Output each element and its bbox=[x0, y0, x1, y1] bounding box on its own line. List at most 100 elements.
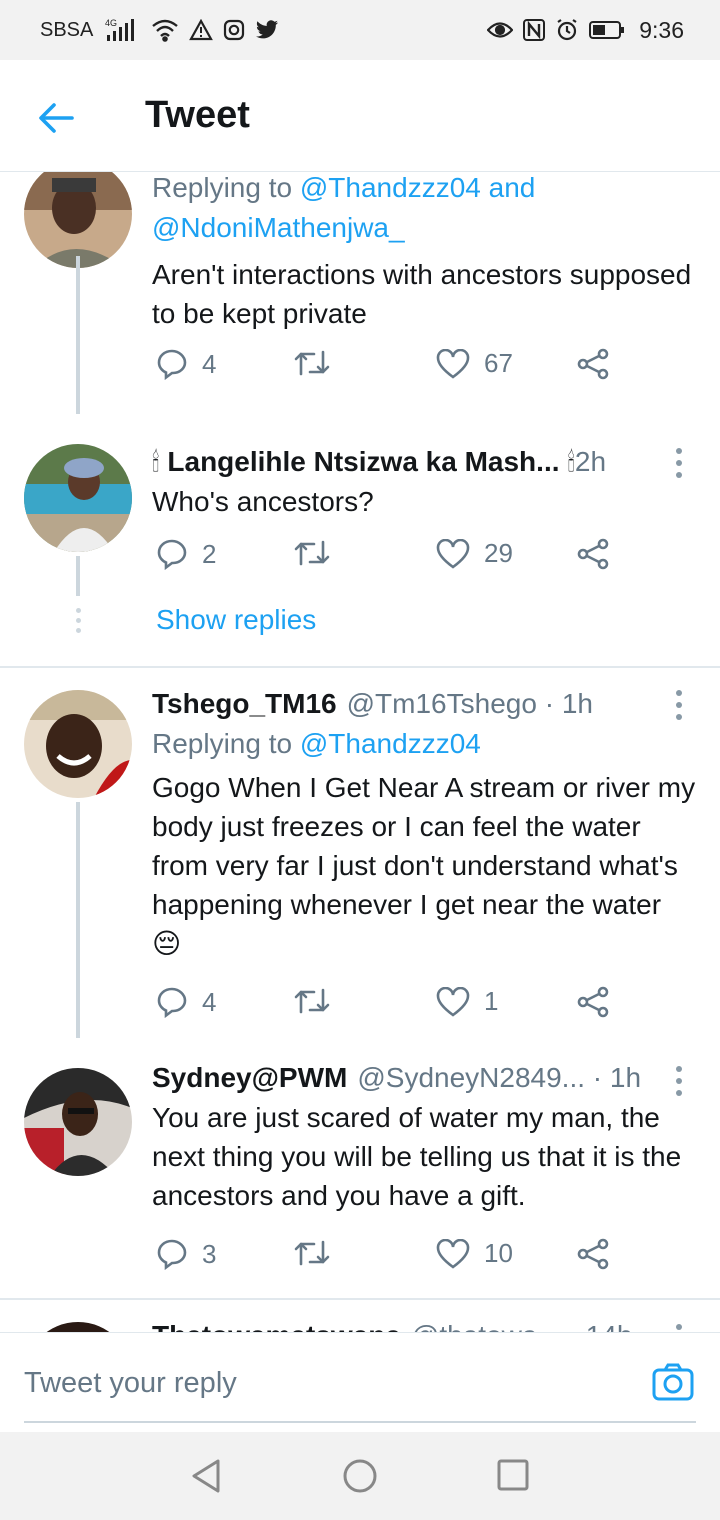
more-options-button[interactable] bbox=[674, 690, 684, 720]
more-options-button[interactable] bbox=[674, 1066, 684, 1096]
more-options-button[interactable] bbox=[674, 448, 684, 478]
timestamp: 2h bbox=[574, 446, 607, 477]
candle-emoji: 🕯 bbox=[152, 447, 160, 477]
candle-emoji: 🕯 bbox=[567, 447, 575, 477]
tweet-text: Gogo When I Get Near A stream or river m… bbox=[152, 772, 696, 959]
tweet-2[interactable]: 🕯 Langelihle Ntsizwa ka Mash... 🕯 2h Who… bbox=[0, 442, 720, 668]
divider bbox=[0, 1298, 720, 1300]
tweet-actions: 3 10 bbox=[152, 1238, 612, 1278]
signal-icon: 4G bbox=[103, 17, 141, 43]
tweet-text: Who's ancestors? bbox=[152, 486, 374, 517]
avatar[interactable] bbox=[24, 690, 132, 798]
nav-home-button[interactable] bbox=[342, 1458, 378, 1499]
twitter-bird-icon bbox=[255, 20, 279, 40]
tweet-actions: 4 1 bbox=[152, 986, 612, 1026]
mention-link[interactable]: @NdoniMathenjwa_ bbox=[152, 212, 405, 243]
camera-button[interactable] bbox=[652, 1363, 694, 1406]
replying-to: Replying to @Thandzzz04 and @NdoniMathen… bbox=[152, 172, 536, 243]
retweet-icon bbox=[294, 540, 330, 566]
camera-icon bbox=[652, 1363, 694, 1401]
reply-feed[interactable]: Replying to @Thandzzz04 and @NdoniMathen… bbox=[0, 172, 720, 1332]
carrier-label: SBSA bbox=[40, 18, 94, 41]
like-count: 10 bbox=[484, 1238, 513, 1268]
clock: 9:36 bbox=[639, 16, 684, 43]
tweet-header: Sydney@PWM @SydneyN2849... · 1h bbox=[152, 1060, 696, 1096]
tweet-4[interactable]: Sydney@PWM @SydneyN2849... · 1h You are … bbox=[0, 1062, 720, 1294]
status-bar: SBSA 4G 9:36 bbox=[0, 0, 720, 60]
username[interactable]: @thatowa... bbox=[411, 1318, 561, 1332]
reply-composer: Tweet your reply bbox=[0, 1332, 720, 1432]
share-button[interactable] bbox=[576, 348, 610, 380]
tweet-text: Aren't interactions with ancestors suppo… bbox=[152, 259, 692, 329]
display-name[interactable]: Tshego_TM16 bbox=[152, 686, 337, 722]
instagram-icon bbox=[223, 19, 245, 41]
display-name[interactable]: Sydney@PWM bbox=[152, 1060, 347, 1096]
tweet-3[interactable]: Tshego_TM16 @Tm16Tshego · 1h Replying to… bbox=[0, 688, 720, 1048]
replying-to: Replying to @Thandzzz04 bbox=[152, 728, 481, 759]
share-icon bbox=[577, 986, 609, 1018]
page-title: Tweet bbox=[145, 94, 250, 136]
tweet-header: Tshego_TM16 @Tm16Tshego · 1h bbox=[152, 686, 696, 722]
share-button[interactable] bbox=[576, 986, 610, 1018]
retweet-button[interactable] bbox=[294, 1238, 330, 1268]
avatar[interactable] bbox=[24, 444, 132, 552]
avatar[interactable] bbox=[24, 172, 132, 268]
reply-count: 4 bbox=[202, 986, 217, 1017]
avatar[interactable] bbox=[24, 1068, 132, 1176]
nav-recents-button[interactable] bbox=[496, 1458, 530, 1497]
square-recents-icon bbox=[497, 1459, 529, 1491]
like-button[interactable]: 29 bbox=[436, 538, 513, 569]
reply-icon bbox=[157, 987, 187, 1018]
tweet-5[interactable]: Thatowamatswana @thatowa... · 14h bbox=[0, 1318, 720, 1332]
retweet-button[interactable] bbox=[294, 348, 330, 378]
like-button[interactable]: 1 bbox=[436, 986, 498, 1017]
like-count: 1 bbox=[484, 986, 499, 1016]
display-name[interactable]: Thatowamatswana bbox=[152, 1318, 401, 1332]
eye-icon bbox=[487, 20, 514, 40]
retweet-icon bbox=[294, 350, 330, 376]
avatar[interactable] bbox=[24, 1322, 132, 1332]
reply-button[interactable]: 4 bbox=[156, 348, 216, 380]
reply-input[interactable]: Tweet your reply bbox=[24, 1333, 696, 1423]
like-count: 29 bbox=[484, 538, 513, 568]
thread-line bbox=[76, 556, 80, 596]
warning-icon bbox=[189, 19, 214, 41]
reply-button[interactable]: 4 bbox=[156, 986, 216, 1018]
nav-back-button[interactable] bbox=[188, 1458, 224, 1499]
wifi-icon bbox=[151, 18, 179, 42]
display-name[interactable]: Langelihle Ntsizwa ka Mash... bbox=[167, 444, 559, 480]
retweet-button[interactable] bbox=[294, 538, 330, 568]
network-type: 4G bbox=[105, 18, 117, 28]
heart-icon bbox=[436, 986, 470, 1017]
share-icon bbox=[577, 538, 609, 570]
thread-line bbox=[76, 802, 80, 1038]
reply-icon bbox=[157, 539, 187, 570]
retweet-button[interactable] bbox=[294, 986, 330, 1016]
username[interactable]: @Tm16Tshego bbox=[347, 686, 537, 722]
more-options-button[interactable] bbox=[674, 1324, 684, 1332]
tweet-1[interactable]: Replying to @Thandzzz04 and @NdoniMathen… bbox=[0, 172, 720, 414]
retweet-icon bbox=[294, 988, 330, 1014]
reply-button[interactable]: 3 bbox=[156, 1238, 216, 1270]
tweet-header: 🕯 Langelihle Ntsizwa ka Mash... 🕯 2h bbox=[152, 444, 696, 480]
mention-link[interactable]: @Thandzzz04 bbox=[300, 728, 481, 759]
share-button[interactable] bbox=[576, 1238, 610, 1270]
timestamp: 1h bbox=[609, 1062, 642, 1093]
tweet-text: You are just scared of water my man, the… bbox=[152, 1102, 682, 1211]
reply-button[interactable]: 2 bbox=[156, 538, 216, 570]
like-button[interactable]: 10 bbox=[436, 1238, 513, 1269]
circle-home-icon bbox=[343, 1459, 377, 1493]
nfc-icon bbox=[523, 19, 546, 41]
reply-count: 3 bbox=[202, 1238, 217, 1269]
username[interactable]: @SydneyN2849... bbox=[357, 1060, 585, 1096]
reply-count: 2 bbox=[202, 538, 217, 569]
mention-link[interactable]: @Thandzzz04 bbox=[300, 172, 481, 203]
back-button[interactable] bbox=[34, 96, 78, 140]
show-replies-link[interactable]: Show replies bbox=[156, 604, 316, 636]
like-button[interactable]: 67 bbox=[436, 348, 513, 379]
share-button[interactable] bbox=[576, 538, 610, 570]
divider bbox=[0, 666, 720, 668]
battery-icon bbox=[589, 20, 625, 40]
reply-count: 4 bbox=[202, 348, 217, 379]
tweet-actions: 4 67 bbox=[152, 348, 612, 388]
